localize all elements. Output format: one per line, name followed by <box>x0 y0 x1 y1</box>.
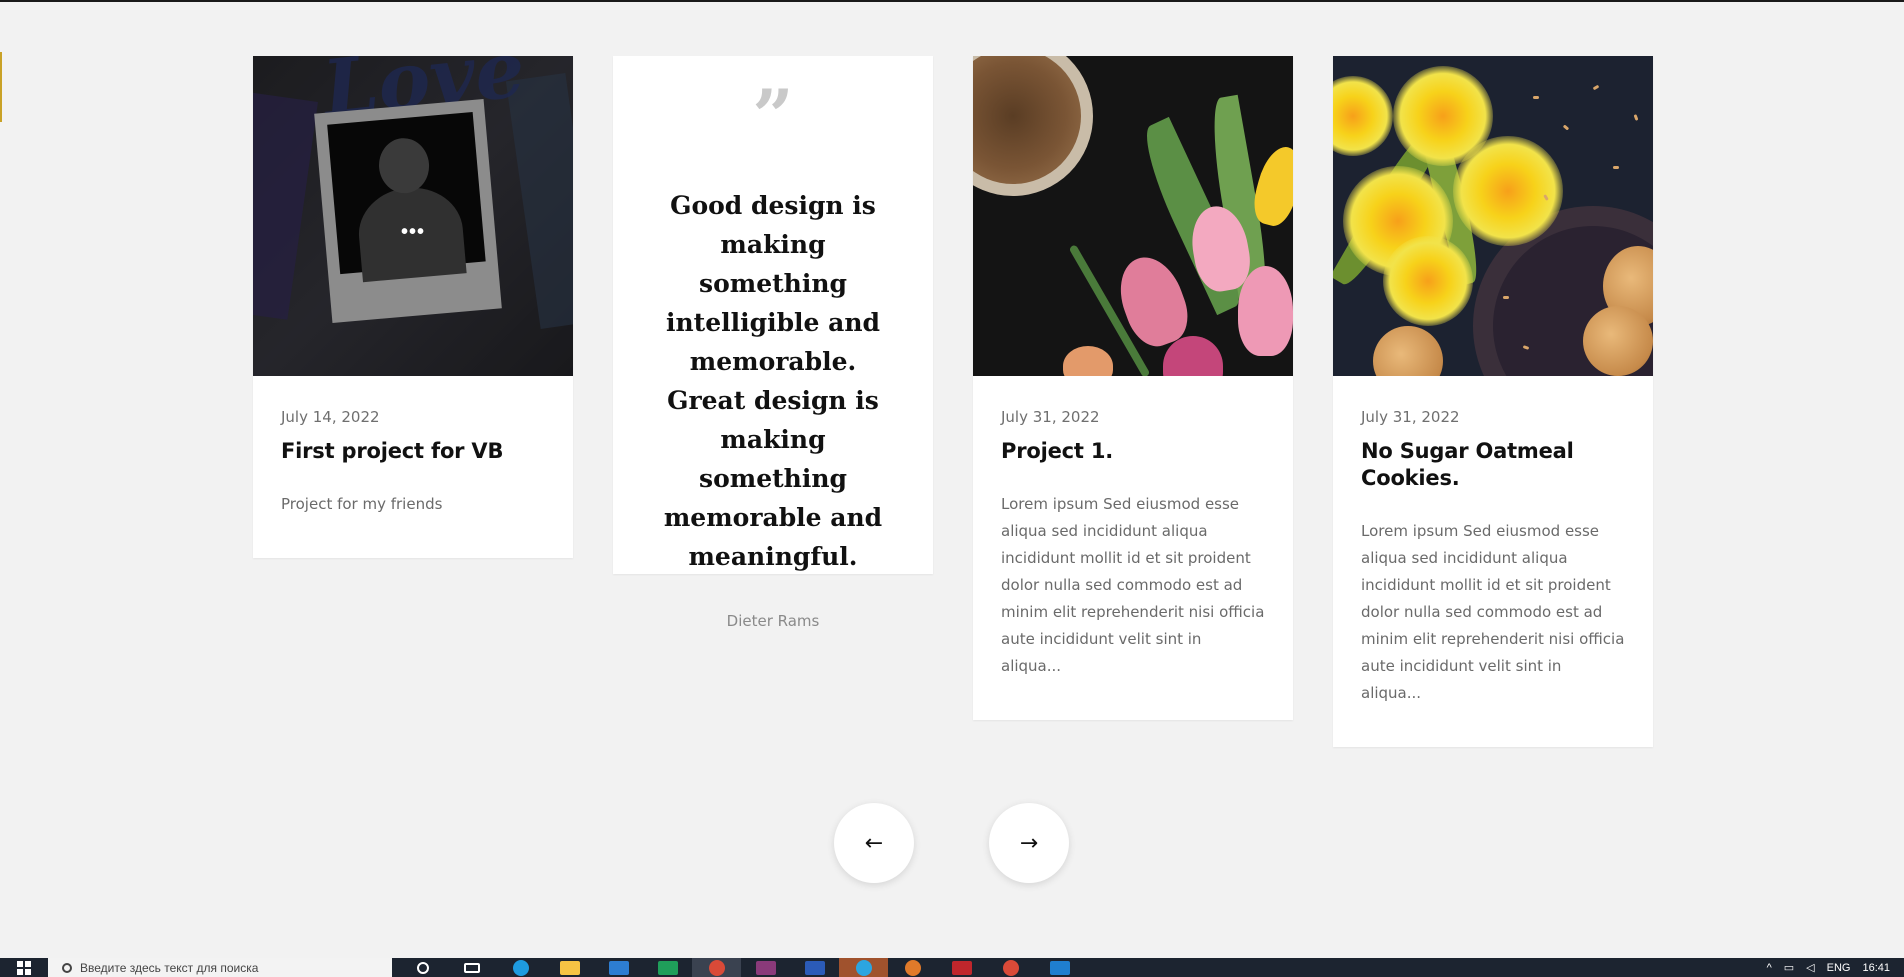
next-button[interactable]: → <box>989 803 1069 883</box>
image-hover-overlay <box>253 56 573 376</box>
arrow-right-icon: → <box>1019 830 1039 856</box>
network-icon[interactable]: ▭ <box>1784 961 1794 974</box>
post-image-daffodils-cookies[interactable] <box>1333 56 1653 376</box>
prev-button[interactable]: ← <box>834 803 914 883</box>
red-app-icon[interactable] <box>937 958 986 977</box>
post-excerpt: Lorem ipsum Sed eiusmod esse aliqua sed … <box>1001 495 1265 675</box>
post-date: July 31, 2022 <box>1361 408 1460 426</box>
chrome-icon[interactable] <box>692 958 741 977</box>
post-excerpt: Project for my friends <box>281 495 443 513</box>
quote-text: Good design is making something intellig… <box>663 191 883 571</box>
language-indicator[interactable]: ENG <box>1827 962 1851 974</box>
search-icon <box>62 962 72 973</box>
start-button[interactable] <box>0 958 48 977</box>
windows-logo-icon <box>17 960 31 975</box>
post-title[interactable]: No Sugar Oatmeal Cookies. <box>1361 438 1625 492</box>
post-title[interactable]: Project 1. <box>1001 438 1265 465</box>
post-date: July 31, 2022 <box>1001 408 1100 426</box>
post-title[interactable]: First project for VB <box>281 438 545 465</box>
task-view-icon[interactable] <box>447 958 496 977</box>
winrar-icon[interactable] <box>741 958 790 977</box>
excel-icon[interactable] <box>643 958 692 977</box>
volume-icon[interactable]: ◁ <box>1806 961 1814 974</box>
edge-icon[interactable] <box>496 958 545 977</box>
orange-app-icon[interactable] <box>888 958 937 977</box>
post-card-first-project[interactable]: Love ••• July 14, 2022 First project for… <box>253 56 573 558</box>
store-icon[interactable] <box>594 958 643 977</box>
post-card-oatmeal-cookies[interactable]: July 31, 2022 No Sugar Oatmeal Cookies. … <box>1333 56 1653 747</box>
post-excerpt: Lorem ipsum Sed eiusmod esse aliqua sed … <box>1361 522 1625 702</box>
system-tray: ^ ▭ ◁ ENG 16:41 <box>1767 961 1904 975</box>
telegram-icon[interactable] <box>839 958 888 977</box>
post-card-project-1[interactable]: July 31, 2022 Project 1. Lorem ipsum Sed… <box>973 56 1293 720</box>
cortana-icon[interactable] <box>398 958 447 977</box>
post-image-love-polaroid[interactable]: Love ••• <box>253 56 573 376</box>
left-accent-marker <box>0 52 2 122</box>
word-icon[interactable] <box>790 958 839 977</box>
top-border <box>0 0 1904 2</box>
taskbar-search[interactable]: Введите здесь текст для поиска <box>48 958 392 977</box>
arrow-left-icon: ← <box>864 830 884 856</box>
file-explorer-icon[interactable] <box>545 958 594 977</box>
quote-author: Dieter Rams <box>726 612 820 630</box>
chrome-second-icon[interactable] <box>986 958 1035 977</box>
post-image-coffee-tulips[interactable] <box>973 56 1293 376</box>
vscode-icon[interactable] <box>1035 958 1084 977</box>
more-icon[interactable]: ••• <box>401 221 425 244</box>
post-date: July 14, 2022 <box>281 408 380 426</box>
clock[interactable]: 16:41 <box>1862 962 1890 974</box>
quote-icon: ” <box>752 73 794 158</box>
taskbar-search-placeholder: Введите здесь текст для поиска <box>80 960 259 975</box>
windows-taskbar: Введите здесь текст для поиска ^ ▭ ◁ ENG… <box>0 958 1904 977</box>
taskbar-apps <box>398 958 1084 977</box>
quote-card: ” Good design is making something intell… <box>613 56 933 630</box>
chevron-up-icon[interactable]: ^ <box>1767 962 1772 974</box>
